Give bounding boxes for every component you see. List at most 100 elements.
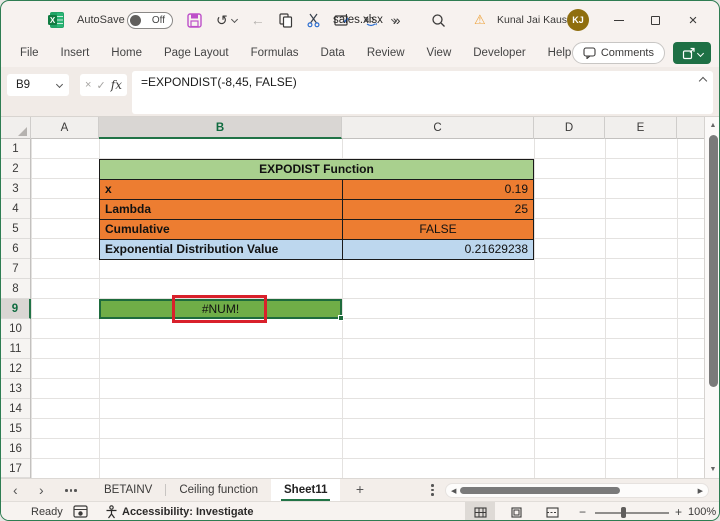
cut-icon[interactable] (307, 13, 320, 28)
comments-button[interactable]: Comments (571, 42, 665, 64)
tab-file[interactable]: File (9, 39, 50, 67)
column-header-c[interactable]: C (342, 117, 534, 139)
file-name-menu[interactable]: sales.xlsx (333, 1, 398, 39)
fill-handle[interactable] (338, 315, 344, 321)
row-header-13[interactable]: 13 (1, 379, 30, 399)
scroll-left-icon[interactable]: ◀ (451, 487, 456, 495)
row-header-14[interactable]: 14 (1, 399, 30, 419)
tab-developer[interactable]: Developer (462, 39, 536, 67)
scroll-up-icon[interactable]: ▲ (705, 122, 719, 129)
macro-record-icon[interactable] (73, 505, 88, 520)
row-header-17[interactable]: 17 (1, 459, 30, 478)
scroll-right-icon[interactable]: ▶ (698, 487, 703, 495)
next-sheet-icon[interactable]: › (39, 479, 44, 502)
close-icon: × (688, 11, 698, 29)
row-header-15[interactable]: 15 (1, 419, 30, 439)
row-header-7[interactable]: 7 (1, 259, 30, 279)
row-header-12[interactable]: 12 (1, 359, 30, 379)
vertical-scrollbar[interactable]: ▲ ▼ (704, 117, 719, 478)
tab-bar-menu-icon[interactable] (431, 484, 434, 496)
sheet-tab-sheet11-active[interactable]: Sheet11 (271, 479, 341, 502)
vertical-scroll-thumb[interactable] (709, 135, 718, 387)
select-all-corner[interactable] (1, 117, 31, 139)
tab-page-layout[interactable]: Page Layout (153, 39, 240, 67)
sheet-tab-ceiling-function[interactable]: Ceiling function (166, 479, 271, 502)
cell-c5[interactable]: FALSE (343, 220, 533, 239)
name-box[interactable]: B9 (7, 74, 69, 96)
minimize-button[interactable] (603, 1, 635, 39)
avatar[interactable]: KJ (567, 9, 589, 31)
tab-review[interactable]: Review (356, 39, 416, 67)
row-header-16[interactable]: 16 (1, 439, 30, 459)
maximize-button[interactable] (639, 1, 671, 39)
cell-b5[interactable]: Cumulative (100, 220, 342, 239)
zoom-slider-thumb[interactable] (621, 507, 626, 518)
row-header-9[interactable]: 9 (1, 299, 31, 319)
toggle-knob (130, 15, 141, 26)
enter-icon[interactable]: ✓ (97, 79, 106, 92)
zoom-slider-track[interactable] (595, 512, 669, 514)
page-break-view-button[interactable] (537, 502, 567, 520)
zoom-in-icon[interactable]: + (675, 505, 682, 519)
page-layout-view-button[interactable] (501, 502, 531, 520)
row-header-4[interactable]: 4 (1, 199, 30, 219)
zoom-out-icon[interactable]: − (579, 505, 586, 519)
column-header-a[interactable]: A (31, 117, 99, 139)
cell-c6[interactable]: 0.21629238 (343, 240, 533, 259)
share-button[interactable] (673, 42, 711, 64)
row-header-10[interactable]: 10 (1, 319, 30, 339)
column-header-b[interactable]: B (99, 117, 342, 139)
autosave-toggle[interactable]: Off (127, 12, 173, 29)
tab-formulas[interactable]: Formulas (240, 39, 310, 67)
account-warning-icon[interactable]: ⚠ (474, 1, 486, 39)
row-header-6[interactable]: 6 (1, 239, 30, 259)
zoom-level[interactable]: 100% (688, 506, 716, 518)
row-header-1[interactable]: 1 (1, 139, 30, 159)
cell-c3[interactable]: 0.19 (343, 180, 533, 199)
chevron-down-icon (390, 15, 398, 23)
horizontal-scroll-thumb[interactable] (460, 487, 620, 494)
prev-sheet-icon[interactable]: ‹ (13, 479, 18, 502)
normal-view-icon (473, 507, 487, 518)
sheet-grid[interactable]: A B C D E 1 2 3 4 5 6 7 8 9 10 11 12 13 (1, 117, 719, 478)
comment-icon (583, 47, 596, 59)
tab-view[interactable]: View (416, 39, 463, 67)
close-button[interactable]: × (677, 1, 709, 39)
cell-b6[interactable]: Exponential Distribution Value (100, 240, 342, 259)
row-header-3[interactable]: 3 (1, 179, 30, 199)
add-sheet-icon[interactable]: + (349, 479, 371, 502)
sheet-tab-betainv[interactable]: BETAINV (91, 479, 165, 502)
normal-view-button[interactable] (465, 502, 495, 520)
formula-buttons: × ✓ fx (80, 74, 127, 96)
undo-icon: ↺ (216, 11, 228, 28)
chevron-down-icon[interactable] (230, 15, 238, 23)
formula-input[interactable]: =EXPONDIST(-8,45, FALSE) (132, 71, 713, 114)
cell-b3[interactable]: x (100, 180, 342, 199)
cell-c4[interactable]: 25 (343, 200, 533, 219)
column-header-partial[interactable] (677, 117, 704, 139)
save-icon[interactable] (187, 12, 202, 28)
collapse-formula-bar-icon[interactable] (698, 76, 708, 86)
cancel-icon[interactable]: × (85, 79, 91, 91)
row-header-11[interactable]: 11 (1, 339, 30, 359)
column-header-d[interactable]: D (534, 117, 605, 139)
undo-button[interactable]: ↺ (216, 11, 238, 29)
copy-icon[interactable] (279, 12, 293, 28)
tab-home[interactable]: Home (100, 39, 153, 67)
name-box-value: B9 (16, 79, 31, 91)
tab-insert[interactable]: Insert (50, 39, 101, 67)
row-header-5[interactable]: 5 (1, 219, 30, 239)
search-icon[interactable] (431, 1, 446, 39)
row-header-2[interactable]: 2 (1, 159, 30, 179)
row-header-8[interactable]: 8 (1, 279, 30, 299)
redo-icon[interactable]: ← (251, 12, 265, 28)
scroll-down-icon[interactable]: ▼ (705, 466, 719, 473)
tab-data[interactable]: Data (310, 39, 356, 67)
cell-b4[interactable]: Lambda (100, 200, 342, 219)
accessibility-status[interactable]: Accessibility: Investigate (122, 506, 253, 518)
horizontal-scrollbar[interactable]: ◀ ▶ (445, 483, 709, 498)
all-sheets-icon[interactable] (65, 489, 77, 492)
column-header-e[interactable]: E (605, 117, 677, 139)
insert-function-icon[interactable]: fx (111, 78, 122, 92)
cell-b2-table-title[interactable]: EXPODIST Function (100, 160, 533, 179)
